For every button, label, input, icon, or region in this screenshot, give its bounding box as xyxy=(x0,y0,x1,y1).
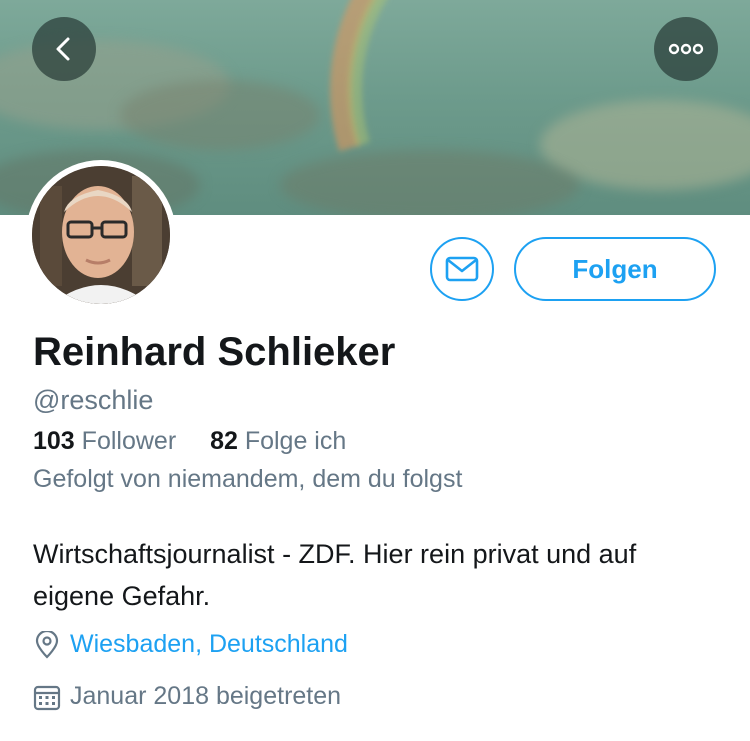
followers-count: 103 xyxy=(33,427,75,455)
joined-text: Januar 2018 beigetreten xyxy=(70,682,342,710)
calendar-icon xyxy=(33,683,61,711)
more-dots-icon xyxy=(668,43,704,55)
more-options-button[interactable] xyxy=(654,17,718,81)
avatar[interactable] xyxy=(26,160,176,310)
banner-cloud xyxy=(120,80,320,150)
profile-location[interactable]: Wiesbaden, Deutschland xyxy=(33,630,348,659)
avatar-photo xyxy=(32,166,170,304)
profile-name: Reinhard Schlieker xyxy=(33,330,396,374)
location-pin-icon xyxy=(33,630,61,659)
message-button[interactable] xyxy=(430,237,494,301)
chevron-left-icon xyxy=(56,37,70,61)
profile-stats: 103 Follower 82 Folge ich xyxy=(33,427,346,456)
followers-link[interactable]: 103 Follower xyxy=(33,427,183,455)
location-text[interactable]: Wiesbaden, Deutschland xyxy=(70,630,348,659)
back-button[interactable] xyxy=(32,17,96,81)
followed-by-text: Gefolgt von niemandem, dem du folgst xyxy=(33,465,463,493)
profile-handle: @reschlie xyxy=(33,385,154,415)
envelope-icon xyxy=(445,256,479,282)
profile-joined: Januar 2018 beigetreten xyxy=(33,682,341,711)
follow-button[interactable]: Folgen xyxy=(514,237,716,301)
following-label: Folge ich xyxy=(244,427,347,455)
profile-bio: Wirtschaftsjournalist - ZDF. Hier rein p… xyxy=(33,539,637,611)
followers-label: Follower xyxy=(81,427,177,455)
following-count: 82 xyxy=(210,427,238,455)
following-link[interactable]: 82 Folge ich xyxy=(210,427,346,455)
